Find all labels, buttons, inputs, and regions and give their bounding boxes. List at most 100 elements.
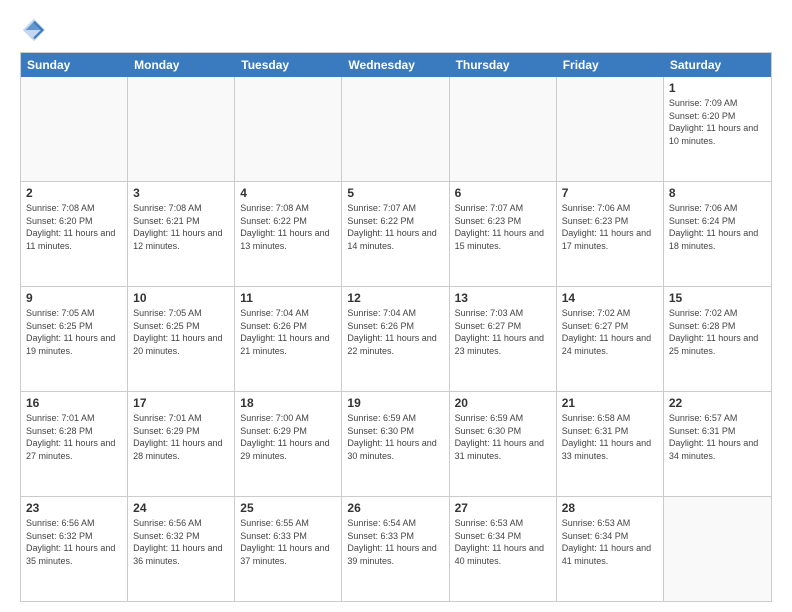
weekday-header-tuesday: Tuesday [235,53,342,77]
week-row-4: 16Sunrise: 7:01 AM Sunset: 6:28 PM Dayli… [21,392,771,497]
day-info: Sunrise: 6:59 AM Sunset: 6:30 PM Dayligh… [455,412,551,462]
calendar: SundayMondayTuesdayWednesdayThursdayFrid… [20,52,772,602]
day-info: Sunrise: 7:03 AM Sunset: 6:27 PM Dayligh… [455,307,551,357]
day-info: Sunrise: 7:05 AM Sunset: 6:25 PM Dayligh… [26,307,122,357]
week-row-3: 9Sunrise: 7:05 AM Sunset: 6:25 PM Daylig… [21,287,771,392]
day-info: Sunrise: 6:53 AM Sunset: 6:34 PM Dayligh… [455,517,551,567]
day-info: Sunrise: 7:06 AM Sunset: 6:24 PM Dayligh… [669,202,766,252]
day-cell-7: 7Sunrise: 7:06 AM Sunset: 6:23 PM Daylig… [557,182,664,286]
day-info: Sunrise: 6:56 AM Sunset: 6:32 PM Dayligh… [26,517,122,567]
day-cell-17: 17Sunrise: 7:01 AM Sunset: 6:29 PM Dayli… [128,392,235,496]
day-info: Sunrise: 7:09 AM Sunset: 6:20 PM Dayligh… [669,97,766,147]
day-number: 28 [562,500,658,516]
day-cell-6: 6Sunrise: 7:07 AM Sunset: 6:23 PM Daylig… [450,182,557,286]
week-row-5: 23Sunrise: 6:56 AM Sunset: 6:32 PM Dayli… [21,497,771,601]
header [20,16,772,44]
day-info: Sunrise: 6:58 AM Sunset: 6:31 PM Dayligh… [562,412,658,462]
day-cell-10: 10Sunrise: 7:05 AM Sunset: 6:25 PM Dayli… [128,287,235,391]
day-info: Sunrise: 7:02 AM Sunset: 6:27 PM Dayligh… [562,307,658,357]
week-row-2: 2Sunrise: 7:08 AM Sunset: 6:20 PM Daylig… [21,182,771,287]
day-number: 13 [455,290,551,306]
day-number: 25 [240,500,336,516]
day-cell-empty [235,77,342,181]
day-info: Sunrise: 6:56 AM Sunset: 6:32 PM Dayligh… [133,517,229,567]
day-cell-empty [342,77,449,181]
weekday-header-monday: Monday [128,53,235,77]
calendar-header: SundayMondayTuesdayWednesdayThursdayFrid… [21,53,771,77]
day-cell-11: 11Sunrise: 7:04 AM Sunset: 6:26 PM Dayli… [235,287,342,391]
day-info: Sunrise: 6:55 AM Sunset: 6:33 PM Dayligh… [240,517,336,567]
day-number: 10 [133,290,229,306]
day-number: 1 [669,80,766,96]
day-number: 26 [347,500,443,516]
day-info: Sunrise: 6:59 AM Sunset: 6:30 PM Dayligh… [347,412,443,462]
logo-icon [20,16,48,44]
day-info: Sunrise: 7:02 AM Sunset: 6:28 PM Dayligh… [669,307,766,357]
day-cell-28: 28Sunrise: 6:53 AM Sunset: 6:34 PM Dayli… [557,497,664,601]
day-number: 17 [133,395,229,411]
logo [20,16,54,44]
day-number: 22 [669,395,766,411]
day-info: Sunrise: 7:06 AM Sunset: 6:23 PM Dayligh… [562,202,658,252]
day-info: Sunrise: 7:07 AM Sunset: 6:23 PM Dayligh… [455,202,551,252]
weekday-header-sunday: Sunday [21,53,128,77]
day-number: 21 [562,395,658,411]
day-number: 19 [347,395,443,411]
day-number: 5 [347,185,443,201]
day-number: 4 [240,185,336,201]
day-info: Sunrise: 7:08 AM Sunset: 6:22 PM Dayligh… [240,202,336,252]
day-cell-18: 18Sunrise: 7:00 AM Sunset: 6:29 PM Dayli… [235,392,342,496]
day-number: 24 [133,500,229,516]
day-cell-27: 27Sunrise: 6:53 AM Sunset: 6:34 PM Dayli… [450,497,557,601]
day-cell-20: 20Sunrise: 6:59 AM Sunset: 6:30 PM Dayli… [450,392,557,496]
day-cell-15: 15Sunrise: 7:02 AM Sunset: 6:28 PM Dayli… [664,287,771,391]
day-cell-26: 26Sunrise: 6:54 AM Sunset: 6:33 PM Dayli… [342,497,449,601]
day-cell-2: 2Sunrise: 7:08 AM Sunset: 6:20 PM Daylig… [21,182,128,286]
day-cell-empty [21,77,128,181]
day-cell-3: 3Sunrise: 7:08 AM Sunset: 6:21 PM Daylig… [128,182,235,286]
week-row-1: 1Sunrise: 7:09 AM Sunset: 6:20 PM Daylig… [21,77,771,182]
day-cell-21: 21Sunrise: 6:58 AM Sunset: 6:31 PM Dayli… [557,392,664,496]
day-cell-24: 24Sunrise: 6:56 AM Sunset: 6:32 PM Dayli… [128,497,235,601]
day-info: Sunrise: 7:04 AM Sunset: 6:26 PM Dayligh… [347,307,443,357]
day-cell-1: 1Sunrise: 7:09 AM Sunset: 6:20 PM Daylig… [664,77,771,181]
day-cell-16: 16Sunrise: 7:01 AM Sunset: 6:28 PM Dayli… [21,392,128,496]
day-number: 23 [26,500,122,516]
page: SundayMondayTuesdayWednesdayThursdayFrid… [0,0,792,612]
day-cell-22: 22Sunrise: 6:57 AM Sunset: 6:31 PM Dayli… [664,392,771,496]
day-info: Sunrise: 7:08 AM Sunset: 6:20 PM Dayligh… [26,202,122,252]
day-info: Sunrise: 6:53 AM Sunset: 6:34 PM Dayligh… [562,517,658,567]
weekday-header-wednesday: Wednesday [342,53,449,77]
day-number: 11 [240,290,336,306]
day-info: Sunrise: 7:04 AM Sunset: 6:26 PM Dayligh… [240,307,336,357]
day-info: Sunrise: 6:54 AM Sunset: 6:33 PM Dayligh… [347,517,443,567]
day-cell-25: 25Sunrise: 6:55 AM Sunset: 6:33 PM Dayli… [235,497,342,601]
day-cell-empty [557,77,664,181]
day-info: Sunrise: 7:00 AM Sunset: 6:29 PM Dayligh… [240,412,336,462]
weekday-header-friday: Friday [557,53,664,77]
day-number: 9 [26,290,122,306]
day-cell-8: 8Sunrise: 7:06 AM Sunset: 6:24 PM Daylig… [664,182,771,286]
day-cell-4: 4Sunrise: 7:08 AM Sunset: 6:22 PM Daylig… [235,182,342,286]
day-cell-23: 23Sunrise: 6:56 AM Sunset: 6:32 PM Dayli… [21,497,128,601]
calendar-body: 1Sunrise: 7:09 AM Sunset: 6:20 PM Daylig… [21,77,771,601]
day-number: 16 [26,395,122,411]
day-cell-9: 9Sunrise: 7:05 AM Sunset: 6:25 PM Daylig… [21,287,128,391]
day-info: Sunrise: 7:07 AM Sunset: 6:22 PM Dayligh… [347,202,443,252]
day-cell-14: 14Sunrise: 7:02 AM Sunset: 6:27 PM Dayli… [557,287,664,391]
day-info: Sunrise: 6:57 AM Sunset: 6:31 PM Dayligh… [669,412,766,462]
day-cell-19: 19Sunrise: 6:59 AM Sunset: 6:30 PM Dayli… [342,392,449,496]
day-info: Sunrise: 7:01 AM Sunset: 6:28 PM Dayligh… [26,412,122,462]
day-info: Sunrise: 7:05 AM Sunset: 6:25 PM Dayligh… [133,307,229,357]
day-cell-empty [664,497,771,601]
day-cell-5: 5Sunrise: 7:07 AM Sunset: 6:22 PM Daylig… [342,182,449,286]
day-number: 3 [133,185,229,201]
day-number: 27 [455,500,551,516]
day-number: 20 [455,395,551,411]
weekday-header-saturday: Saturday [664,53,771,77]
weekday-header-thursday: Thursday [450,53,557,77]
day-cell-13: 13Sunrise: 7:03 AM Sunset: 6:27 PM Dayli… [450,287,557,391]
day-number: 18 [240,395,336,411]
day-info: Sunrise: 7:01 AM Sunset: 6:29 PM Dayligh… [133,412,229,462]
day-number: 12 [347,290,443,306]
